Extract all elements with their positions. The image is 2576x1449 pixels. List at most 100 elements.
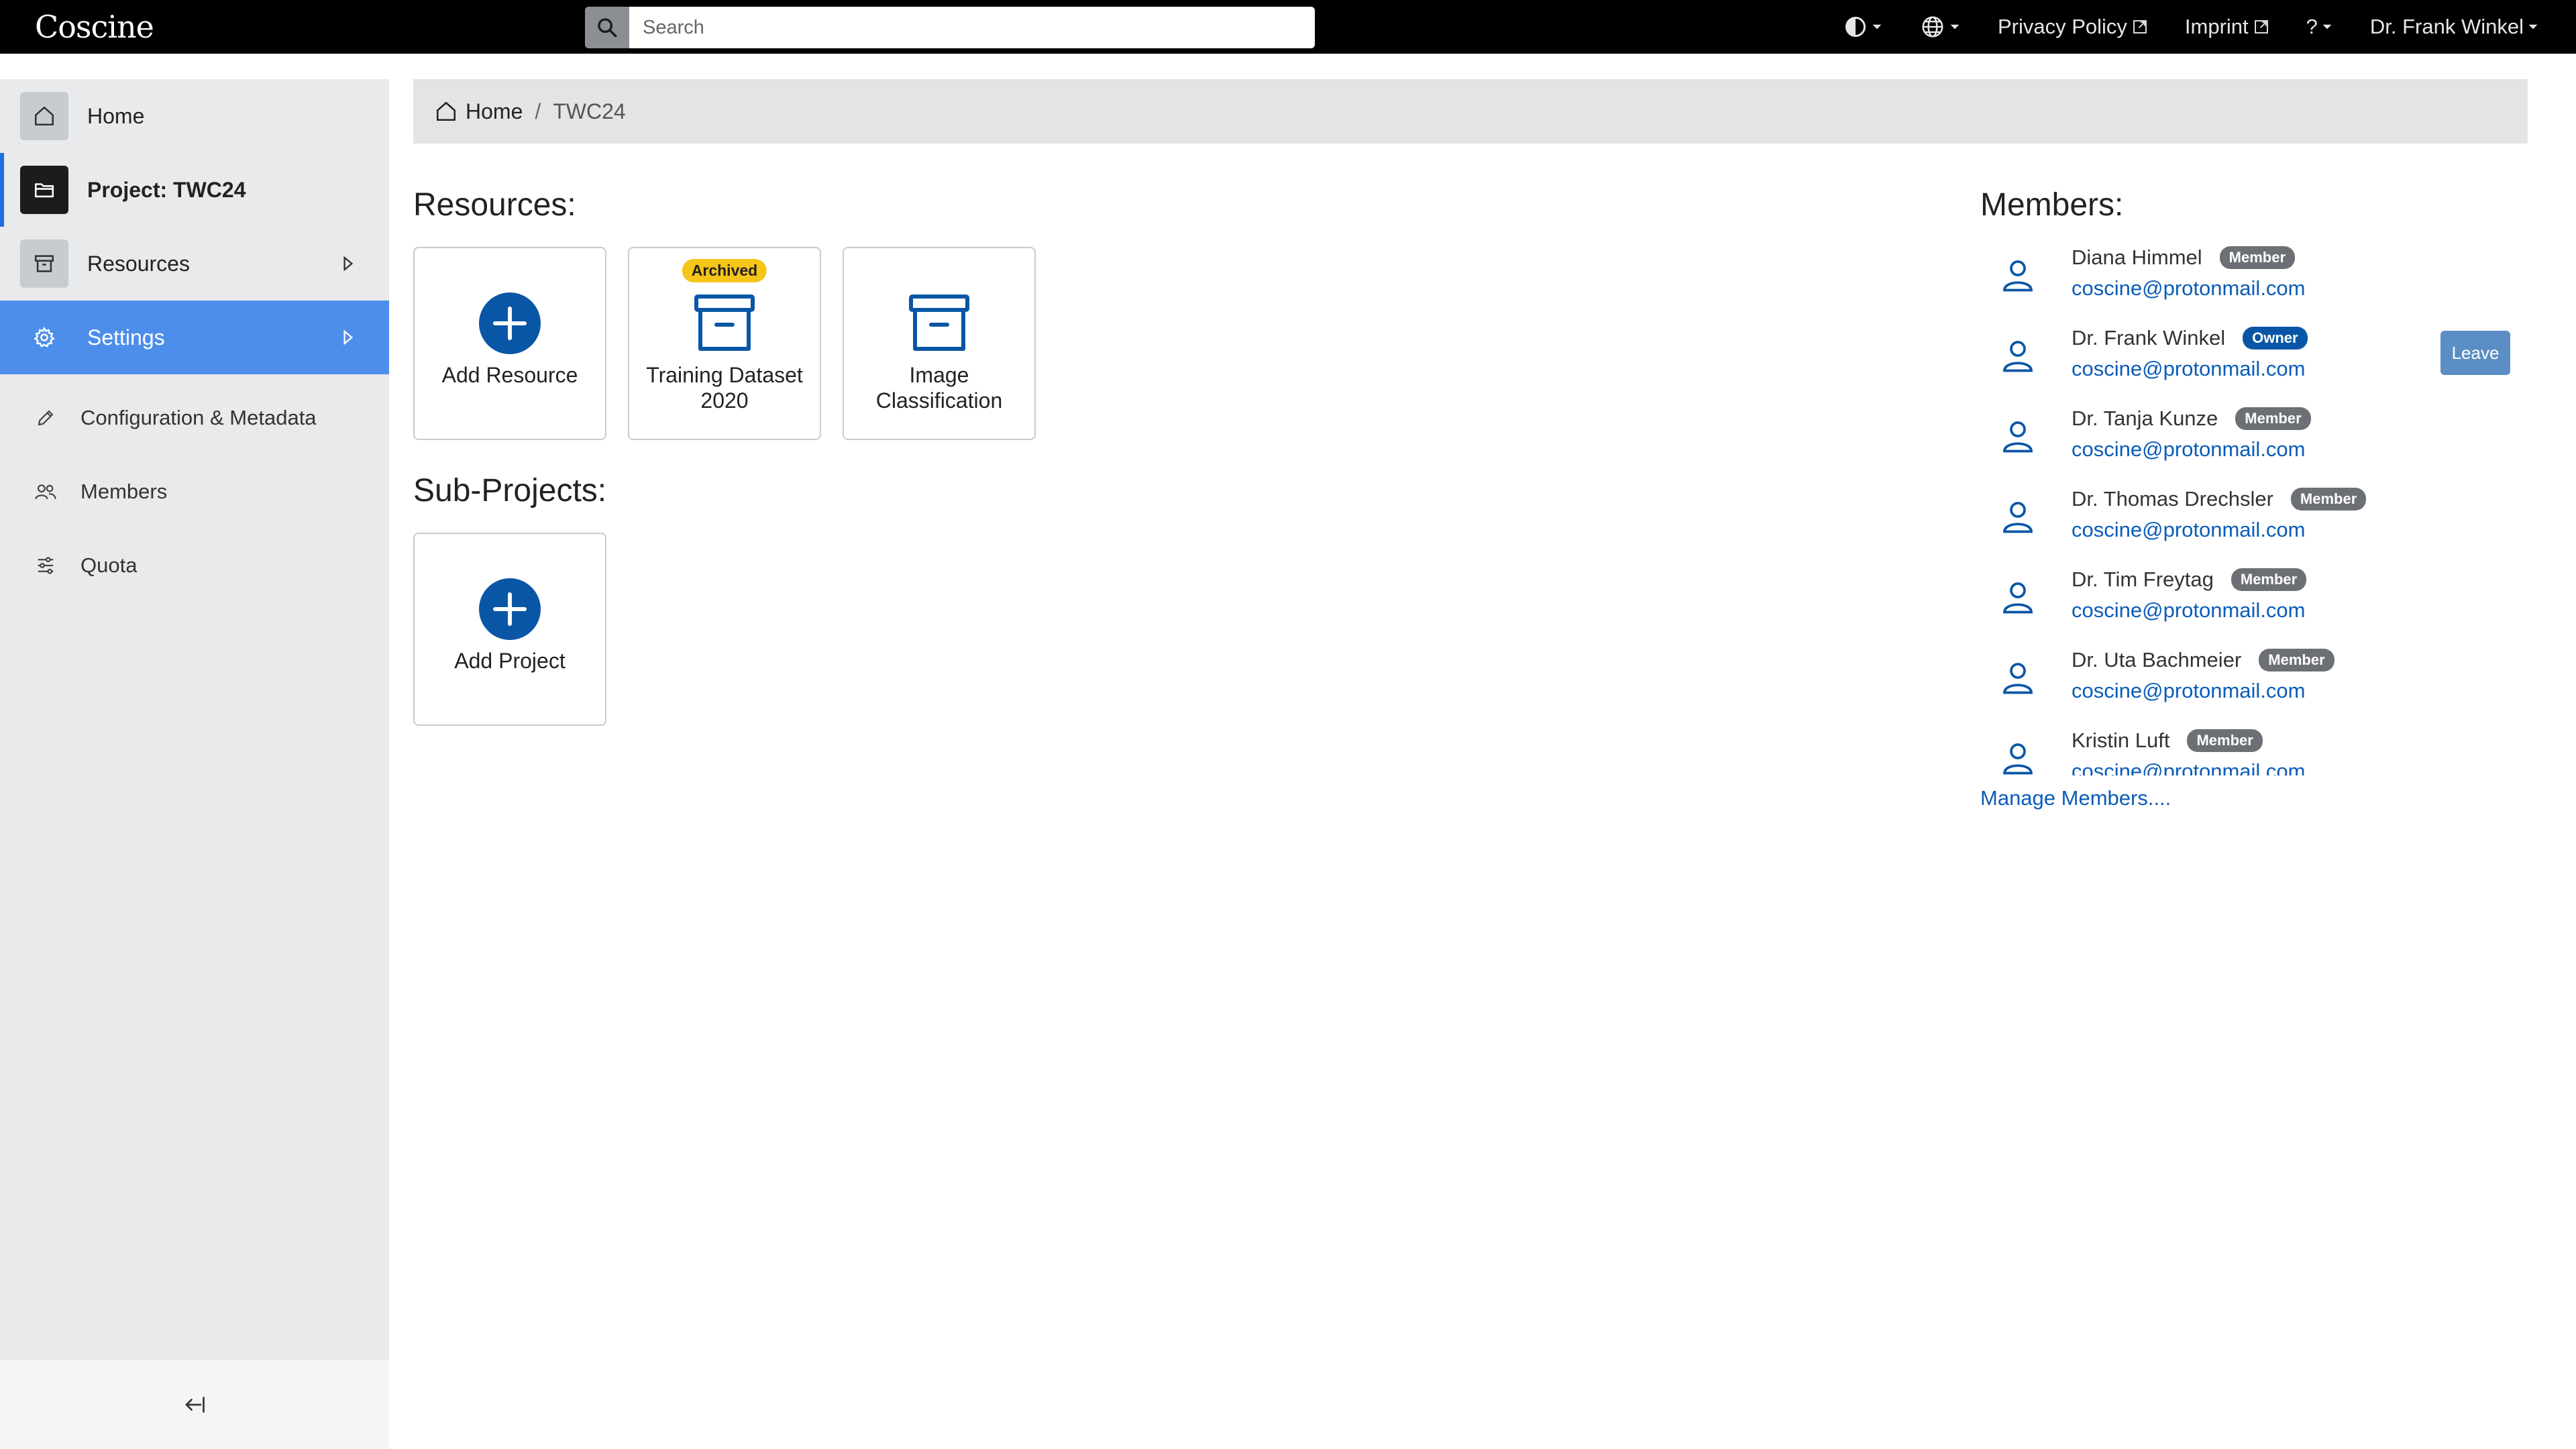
add-resource-card[interactable]: Add Resource bbox=[413, 247, 606, 440]
sidebar-subitem-quota[interactable]: Quota bbox=[0, 529, 389, 602]
project-icon-box bbox=[20, 166, 68, 214]
member-name-row: Diana Himmel Member bbox=[2072, 246, 2296, 270]
member-name: Dr. Frank Winkel bbox=[2072, 326, 2226, 350]
coscine-logo[interactable]: Coscine bbox=[35, 5, 154, 48]
chevron-right-icon bbox=[343, 256, 354, 271]
resource-label: Image Classification bbox=[875, 363, 1003, 413]
contrast-icon bbox=[1845, 17, 1866, 37]
leave-project-button[interactable]: Leave bbox=[2440, 331, 2510, 375]
top-navbar: Coscine Privacy Policy bbox=[0, 0, 2576, 54]
sidebar-item-settings[interactable]: Settings bbox=[0, 301, 389, 374]
person-icon bbox=[2003, 582, 2033, 614]
members-list[interactable]: Diana Himmel Member coscine@protonmail.c… bbox=[1980, 241, 2530, 775]
person-icon bbox=[2003, 663, 2033, 694]
sidebar-item-label: Project: TWC24 bbox=[87, 177, 246, 202]
member-email-link[interactable]: coscine@protonmail.com bbox=[2072, 759, 2306, 775]
member-item: Dr. Tim Freytag Member coscine@protonmai… bbox=[1980, 564, 2530, 644]
member-name-row: Dr. Thomas Drechsler Member bbox=[2072, 487, 2367, 511]
search-input[interactable] bbox=[629, 7, 1315, 48]
plus-circle-icon bbox=[479, 292, 541, 354]
member-name-row: Dr. Uta Bachmeier Member bbox=[2072, 648, 2334, 672]
caret-down-icon bbox=[1872, 24, 1882, 30]
person-icon bbox=[2003, 502, 2033, 533]
settings-icon-box bbox=[20, 313, 68, 362]
external-link-icon bbox=[2254, 20, 2268, 34]
archive-icon bbox=[34, 255, 54, 272]
caret-down-icon bbox=[2528, 24, 2538, 30]
member-email-link[interactable]: coscine@protonmail.com bbox=[2072, 598, 2306, 623]
globe-icon bbox=[1922, 16, 1943, 38]
resource-card[interactable]: Image Classification bbox=[843, 247, 1036, 440]
member-name-row: Dr. Tim Freytag Member bbox=[2072, 568, 2307, 592]
imprint-label: Imprint bbox=[2184, 15, 2249, 38]
privacy-policy-link[interactable]: Privacy Policy bbox=[1998, 15, 2147, 39]
sidebar-subitem-configuration[interactable]: Configuration & Metadata bbox=[0, 381, 389, 455]
member-email-link[interactable]: coscine@protonmail.com bbox=[2072, 679, 2306, 703]
gear-icon bbox=[34, 327, 55, 347]
member-name: Dr. Thomas Drechsler bbox=[2072, 487, 2273, 511]
member-name: Kristin Luft bbox=[2072, 729, 2170, 752]
archived-badge: Archived bbox=[682, 259, 767, 282]
search-button[interactable] bbox=[585, 7, 629, 48]
resource-label: Training Dataset 2020 bbox=[646, 363, 803, 413]
add-project-label: Add Project bbox=[454, 649, 566, 673]
privacy-policy-label: Privacy Policy bbox=[1997, 15, 2127, 38]
sidebar-item-resources[interactable]: Resources bbox=[0, 227, 389, 301]
member-email-link[interactable]: coscine@protonmail.com bbox=[2072, 437, 2306, 462]
member-name: Dr. Tim Freytag bbox=[2072, 568, 2214, 591]
folder-icon bbox=[34, 183, 54, 198]
user-name: Dr. Frank Winkel bbox=[2369, 15, 2524, 38]
role-badge: Member bbox=[2187, 729, 2263, 752]
user-menu[interactable]: Dr. Frank Winkel bbox=[2370, 15, 2538, 39]
role-badge: Member bbox=[2219, 246, 2296, 269]
sidebar: Home Project: TWC24 Resources Settings C… bbox=[0, 79, 389, 1362]
archive-box-icon bbox=[694, 294, 755, 351]
home-icon bbox=[436, 101, 456, 121]
members-title: Members: bbox=[1980, 187, 2124, 223]
caret-down-icon bbox=[1950, 24, 1960, 30]
people-icon bbox=[35, 484, 56, 500]
member-email-link[interactable]: coscine@protonmail.com bbox=[2072, 276, 2306, 301]
manage-members-link[interactable]: Manage Members.... bbox=[1980, 786, 2171, 810]
subprojects-title: Sub-Projects: bbox=[413, 473, 607, 508]
language-selector[interactable] bbox=[1920, 14, 1960, 40]
help-menu[interactable]: ? bbox=[2306, 15, 2332, 39]
sidebar-subitem-label: Members bbox=[80, 480, 168, 503]
sidebar-subitem-label: Quota bbox=[80, 553, 138, 577]
member-email-link[interactable]: coscine@protonmail.com bbox=[2072, 518, 2306, 542]
role-badge: Member bbox=[2235, 407, 2311, 430]
plus-circle-icon bbox=[479, 578, 541, 640]
member-email-link[interactable]: coscine@protonmail.com bbox=[2072, 357, 2306, 381]
help-label: ? bbox=[2306, 15, 2318, 38]
sidebar-footer bbox=[0, 1360, 389, 1449]
sidebar-subitem-members[interactable]: Members bbox=[0, 455, 389, 529]
imprint-link[interactable]: Imprint bbox=[2185, 15, 2269, 39]
breadcrumb-separator: / bbox=[535, 99, 541, 123]
sliders-icon bbox=[38, 557, 54, 574]
search-icon bbox=[598, 18, 617, 38]
role-badge: Member bbox=[2290, 488, 2367, 511]
pencil-icon bbox=[38, 410, 54, 426]
collapse-sidebar-icon[interactable] bbox=[182, 1395, 207, 1415]
external-link-icon bbox=[2133, 20, 2147, 34]
add-project-card[interactable]: Add Project bbox=[413, 533, 606, 726]
person-icon bbox=[2003, 743, 2033, 775]
member-name-row: Dr. Tanja Kunze Member bbox=[2072, 407, 2311, 431]
resource-card[interactable]: Archived Training Dataset 2020 bbox=[628, 247, 821, 440]
sidebar-item-home[interactable]: Home bbox=[0, 79, 389, 153]
sidebar-item-project[interactable]: Project: TWC24 bbox=[0, 153, 389, 227]
theme-toggle[interactable] bbox=[1843, 15, 1882, 39]
add-resource-label: Add Resource bbox=[441, 363, 578, 387]
sidebar-item-label: Home bbox=[87, 103, 145, 128]
role-badge: Member bbox=[2231, 568, 2307, 591]
member-item: Kristin Luft Member coscine@protonmail.c… bbox=[1980, 724, 2530, 775]
resources-icon-box bbox=[20, 239, 68, 288]
breadcrumb-home-label: Home bbox=[466, 99, 523, 123]
sidebar-subitem-label: Configuration & Metadata bbox=[80, 406, 317, 429]
member-name-row: Dr. Frank Winkel Owner bbox=[2072, 326, 2308, 350]
member-item: Dr. Tanja Kunze Member coscine@protonmai… bbox=[1980, 402, 2530, 483]
member-item: Diana Himmel Member coscine@protonmail.c… bbox=[1980, 241, 2530, 322]
role-badge: Member bbox=[2259, 649, 2334, 672]
breadcrumb-home[interactable]: Home bbox=[435, 99, 523, 124]
sidebar-item-label: Settings bbox=[87, 325, 165, 350]
